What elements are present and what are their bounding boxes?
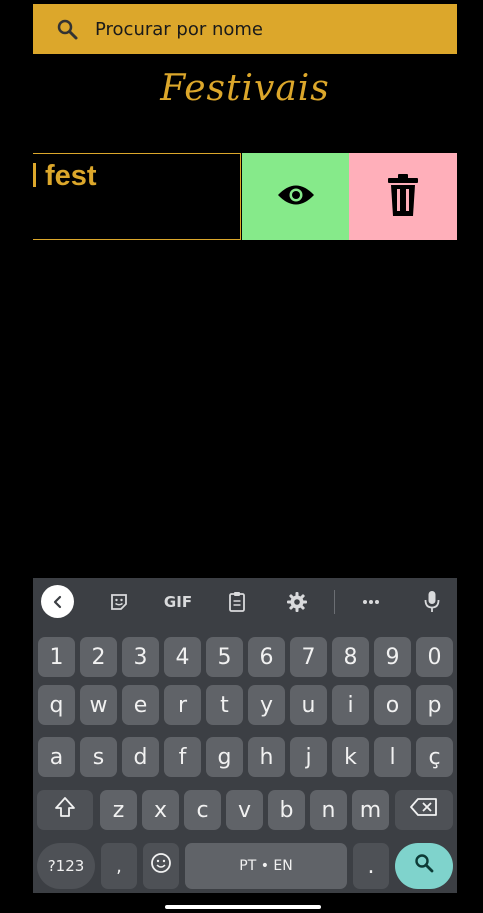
key-o[interactable]: o — [374, 685, 411, 725]
gear-icon[interactable] — [284, 586, 310, 618]
key-4[interactable]: 4 — [164, 637, 201, 677]
key-j[interactable]: j — [290, 737, 327, 777]
key-i[interactable]: i — [332, 685, 369, 725]
toolbar-divider — [334, 590, 335, 614]
chevron-left-icon[interactable] — [41, 585, 74, 618]
backspace-icon — [410, 797, 438, 823]
search-icon — [55, 17, 79, 41]
microphone-icon[interactable] — [419, 586, 445, 618]
key-h[interactable]: h — [248, 737, 285, 777]
period-key[interactable]: . — [353, 843, 389, 889]
key-ç[interactable]: ç — [416, 737, 453, 777]
key-7[interactable]: 7 — [290, 637, 327, 677]
list-item-title: fest — [33, 160, 97, 193]
keyboard-toolbar: GIF — [33, 578, 457, 626]
key-0[interactable]: 0 — [416, 637, 453, 677]
key-3[interactable]: 3 — [122, 637, 159, 677]
eye-icon — [276, 182, 316, 212]
key-w[interactable]: w — [80, 685, 117, 725]
key-a[interactable]: a — [38, 737, 75, 777]
keyboard-search-key[interactable] — [395, 843, 453, 889]
key-z[interactable]: z — [100, 790, 137, 830]
key-l[interactable]: l — [374, 737, 411, 777]
shift-key[interactable] — [37, 790, 93, 830]
key-q[interactable]: q — [38, 685, 75, 725]
navigation-bar — [0, 893, 483, 913]
emoji-icon — [150, 852, 172, 880]
more-icon[interactable] — [358, 586, 384, 618]
list-item[interactable]: fest — [33, 153, 457, 240]
clipboard-icon[interactable] — [224, 586, 250, 618]
key-f[interactable]: f — [164, 737, 201, 777]
page-title: Festivais — [160, 68, 330, 109]
key-b[interactable]: b — [268, 790, 305, 830]
space-key[interactable]: PT • EN — [185, 843, 347, 889]
emoji-key[interactable] — [143, 843, 179, 889]
list-item-content[interactable]: fest — [33, 153, 241, 240]
key-2[interactable]: 2 — [80, 637, 117, 677]
keyboard: GIF 1 2 3 4 5 6 7 8 9 0 q w e r t y u i … — [33, 578, 457, 893]
key-g[interactable]: g — [206, 737, 243, 777]
key-k[interactable]: k — [332, 737, 369, 777]
key-1[interactable]: 1 — [38, 637, 75, 677]
key-t[interactable]: t — [206, 685, 243, 725]
shift-icon — [54, 796, 76, 824]
backspace-key[interactable] — [395, 790, 453, 830]
search-bar[interactable]: Procurar por nome — [33, 4, 457, 54]
trash-icon — [387, 173, 419, 221]
home-indicator[interactable] — [165, 905, 321, 909]
key-x[interactable]: x — [142, 790, 179, 830]
comma-key[interactable]: , — [101, 843, 137, 889]
key-c[interactable]: c — [184, 790, 221, 830]
key-6[interactable]: 6 — [248, 637, 285, 677]
search-input[interactable]: Procurar por nome — [95, 19, 263, 40]
key-n[interactable]: n — [310, 790, 347, 830]
symbols-key[interactable]: ?123 — [37, 843, 95, 889]
key-m[interactable]: m — [352, 790, 389, 830]
sticker-icon[interactable] — [105, 586, 133, 618]
key-u[interactable]: u — [290, 685, 327, 725]
view-button[interactable] — [242, 153, 349, 240]
key-s[interactable]: s — [80, 737, 117, 777]
key-y[interactable]: y — [248, 685, 285, 725]
key-5[interactable]: 5 — [206, 637, 243, 677]
key-e[interactable]: e — [122, 685, 159, 725]
key-9[interactable]: 9 — [374, 637, 411, 677]
key-p[interactable]: p — [416, 685, 453, 725]
delete-button[interactable] — [349, 153, 457, 240]
key-r[interactable]: r — [164, 685, 201, 725]
key-d[interactable]: d — [122, 737, 159, 777]
gif-button[interactable]: GIF — [161, 586, 195, 618]
search-icon — [414, 853, 434, 879]
key-v[interactable]: v — [226, 790, 263, 830]
key-8[interactable]: 8 — [332, 637, 369, 677]
